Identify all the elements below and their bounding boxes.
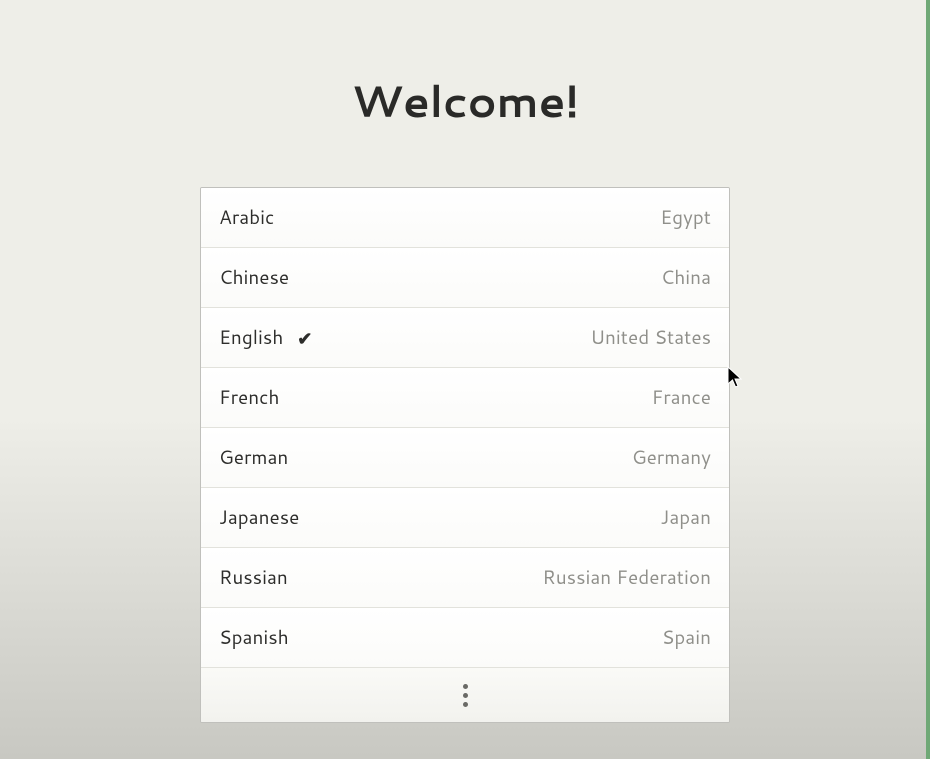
language-row-left: French bbox=[219, 384, 279, 411]
language-row-left: Chinese bbox=[219, 264, 289, 291]
language-name: Arabic bbox=[219, 204, 274, 231]
welcome-container: Welcome! Arabic Egypt Chinese China Engl… bbox=[0, 0, 930, 723]
language-name: Russian bbox=[219, 564, 288, 591]
language-row-german[interactable]: German Germany bbox=[201, 428, 729, 488]
language-row-arabic[interactable]: Arabic Egypt bbox=[201, 188, 729, 248]
language-region: Egypt bbox=[660, 204, 711, 231]
language-region: Germany bbox=[632, 444, 711, 471]
language-region: Spain bbox=[662, 624, 711, 651]
check-icon: ✔ bbox=[297, 325, 312, 351]
language-row-left: Japanese bbox=[219, 504, 299, 531]
language-row-english[interactable]: English ✔ United States bbox=[201, 308, 729, 368]
language-name: Japanese bbox=[219, 504, 299, 531]
language-row-left: Russian bbox=[219, 564, 288, 591]
page-title: Welcome! bbox=[351, 70, 578, 132]
language-row-left: English ✔ bbox=[219, 324, 312, 351]
language-name: Chinese bbox=[219, 264, 289, 291]
language-row-left: Arabic bbox=[219, 204, 274, 231]
language-row-french[interactable]: French France bbox=[201, 368, 729, 428]
language-name: French bbox=[219, 384, 279, 411]
window-edge bbox=[926, 0, 930, 759]
language-region: Japan bbox=[660, 504, 711, 531]
language-region: France bbox=[652, 384, 711, 411]
language-name: Spanish bbox=[219, 624, 289, 651]
language-name: German bbox=[219, 444, 288, 471]
language-region: China bbox=[661, 264, 711, 291]
language-row-left: Spanish bbox=[219, 624, 289, 651]
more-languages-button[interactable] bbox=[201, 668, 729, 722]
language-row-chinese[interactable]: Chinese China bbox=[201, 248, 729, 308]
language-row-left: German bbox=[219, 444, 288, 471]
language-region: United States bbox=[590, 324, 711, 351]
language-row-spanish[interactable]: Spanish Spain bbox=[201, 608, 729, 668]
language-region: Russian Federation bbox=[542, 564, 711, 591]
language-list: Arabic Egypt Chinese China English ✔ Uni… bbox=[200, 187, 730, 723]
language-row-russian[interactable]: Russian Russian Federation bbox=[201, 548, 729, 608]
more-icon bbox=[463, 684, 468, 707]
language-row-japanese[interactable]: Japanese Japan bbox=[201, 488, 729, 548]
language-name: English bbox=[219, 324, 283, 351]
